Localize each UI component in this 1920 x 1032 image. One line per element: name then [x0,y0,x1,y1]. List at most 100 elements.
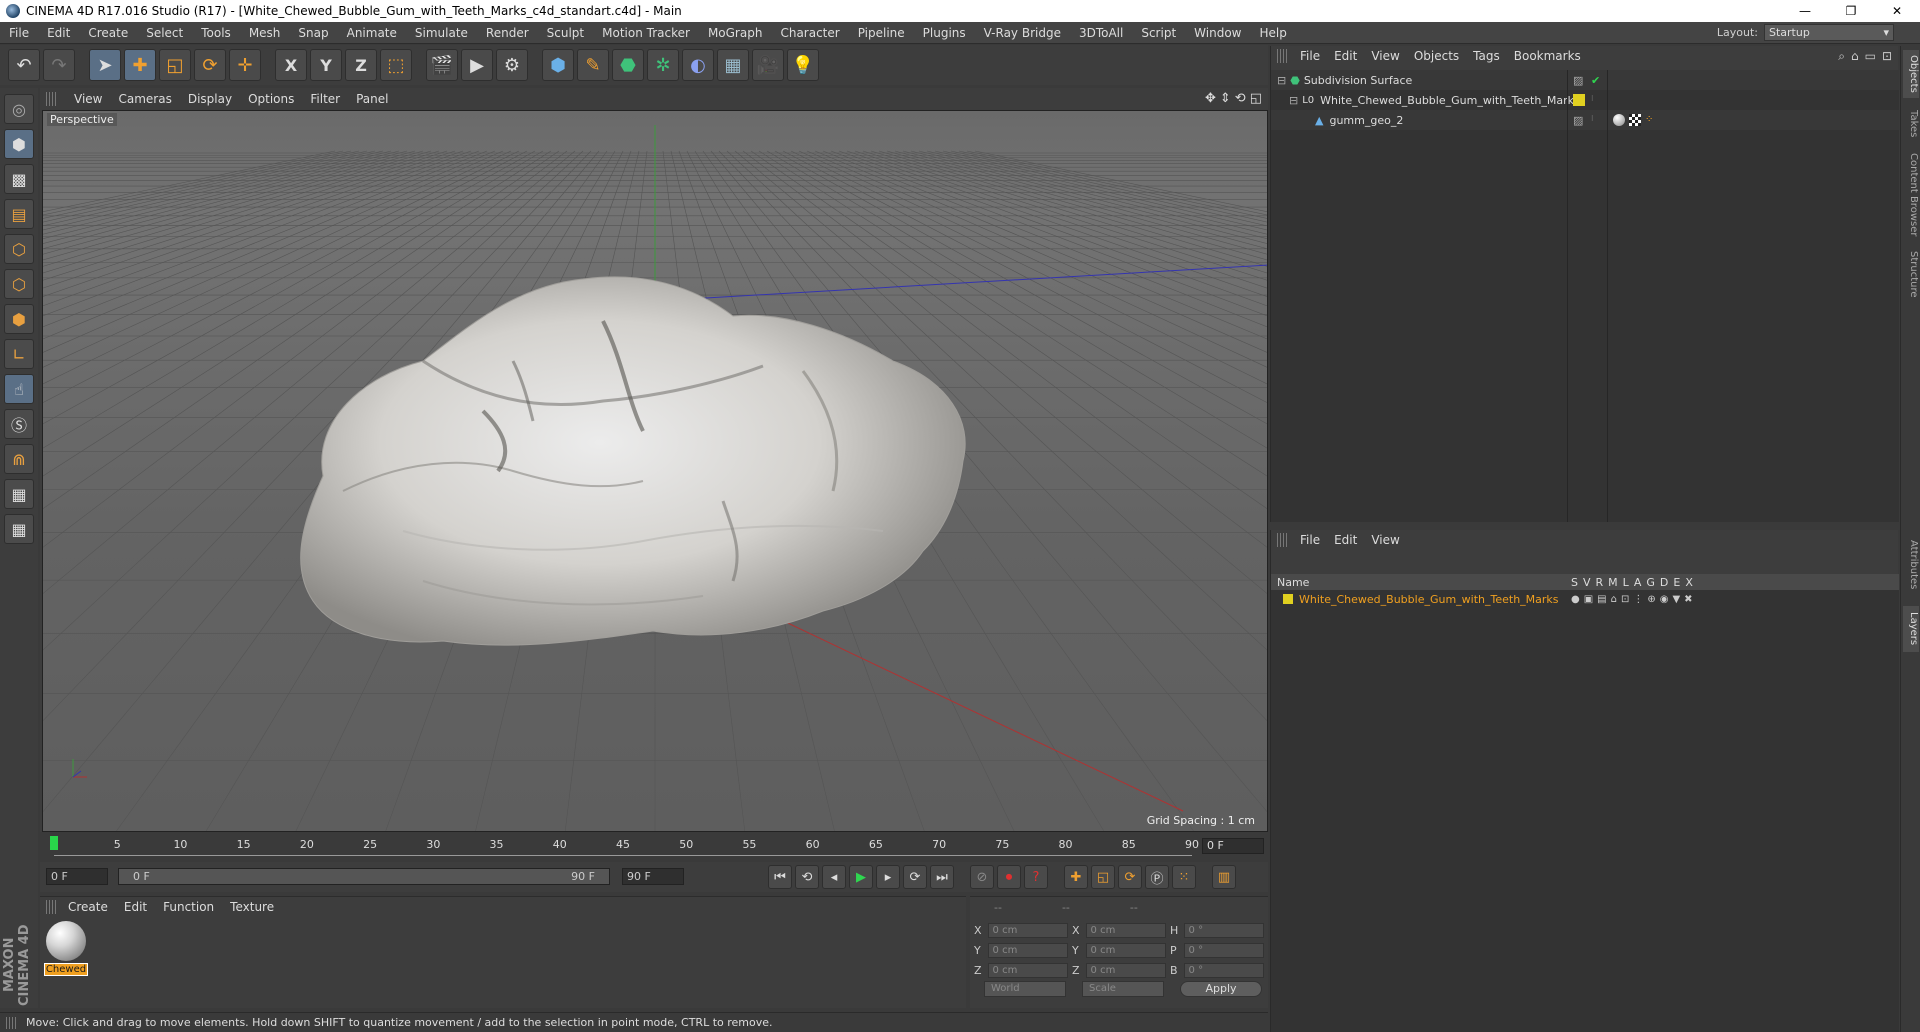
menu-render[interactable]: Render [477,22,538,44]
collapse-icon[interactable]: ⊟ [1277,74,1286,87]
menu-tools[interactable]: Tools [192,22,240,44]
menu-file[interactable]: File [0,22,38,44]
panel-grip-icon[interactable] [46,900,56,914]
menu-help[interactable]: Help [1250,22,1295,44]
goto-end-icon[interactable]: ⏭ [930,865,954,889]
select-arrow-icon[interactable]: ➤ [89,49,121,81]
panel-grip-icon[interactable] [1277,49,1287,63]
om-menu-view[interactable]: View [1364,49,1406,63]
menu-mograph[interactable]: MoGraph [699,22,772,44]
visibility-dots-icon[interactable]: ⁝ [1591,94,1603,106]
undo-icon[interactable]: ↶ [8,49,40,81]
previous-frame-icon[interactable]: ◂ [822,865,846,889]
toggle-view-icon[interactable]: ◱ [1250,91,1262,106]
rotation-b-field[interactable]: 0 ° [1183,962,1264,978]
axis-z-icon[interactable]: Z [345,49,377,81]
chewed-gum-model[interactable] [300,276,966,646]
menu-pipeline[interactable]: Pipeline [849,22,914,44]
lock-icon[interactable]: ⊡ [1882,49,1892,64]
texture-mode-icon[interactable]: ▩ [4,164,34,194]
object-row-gum-null[interactable]: ⊟ L0 White_Chewed_Bubble_Gum_with_Teeth_… [1271,90,1899,110]
workplane-mode-icon[interactable]: ▤ [4,199,34,229]
render-settings-icon[interactable]: ⚙ [496,49,528,81]
menu-window[interactable]: Window [1185,22,1250,44]
menu-simulate[interactable]: Simulate [406,22,477,44]
material-menu-edit[interactable]: Edit [116,900,155,914]
visibility-dots-icon[interactable]: ⁝ [1591,114,1603,126]
key-rotation-icon[interactable]: ⟳ [1118,865,1142,889]
tweak-mode-icon[interactable]: ☝ [4,374,34,404]
size-y-field[interactable]: 0 cm [1085,942,1166,958]
layer-row[interactable]: White_Chewed_Bubble_Gum_with_Teeth_Marks… [1271,590,1899,608]
menu-sculpt[interactable]: Sculpt [538,22,593,44]
key-param-icon[interactable]: Ⓟ [1145,865,1169,889]
menu-vray-bridge[interactable]: V-Ray Bridge [975,22,1070,44]
light-icon[interactable]: 💡 [787,49,819,81]
viewport-menu-filter[interactable]: Filter [302,92,348,106]
tab-content-browser[interactable]: Content Browser [1903,150,1919,240]
subdivision-icon[interactable]: ⬣ [612,49,644,81]
coord-space-dropdown[interactable]: World [984,981,1066,997]
size-x-field[interactable]: 0 cm [1085,922,1166,938]
menu-plugins[interactable]: Plugins [914,22,975,44]
col-xref[interactable]: X [1685,576,1693,589]
rotation-p-field[interactable]: 0 ° [1183,942,1264,958]
cube-icon[interactable]: ⬢ [542,49,574,81]
array-icon[interactable]: ✲ [647,49,679,81]
om-menu-file[interactable]: File [1293,49,1327,63]
coord-mode-dropdown[interactable]: Scale [1082,981,1164,997]
record-icon[interactable]: ⏺ [997,865,1021,889]
key-scale-icon[interactable]: ◱ [1091,865,1115,889]
menu-character[interactable]: Character [771,22,848,44]
play-icon[interactable]: ▶ [849,865,873,889]
axis-x-icon[interactable]: X [275,49,307,81]
search-icon[interactable]: ⌕ [1838,49,1845,64]
menu-select[interactable]: Select [137,22,192,44]
position-z-field[interactable]: 0 cm [987,962,1068,978]
rotate-icon[interactable]: ⟳ [194,49,226,81]
col-expressions[interactable]: E [1673,576,1680,589]
menu-motion-tracker[interactable]: Motion Tracker [593,22,699,44]
move-icon[interactable]: ✚ [124,49,156,81]
om-menu-bookmarks[interactable]: Bookmarks [1507,49,1588,63]
key-position-icon[interactable]: ✚ [1064,865,1088,889]
viewport-menu-options[interactable]: Options [240,92,302,106]
layer-toggle-icon[interactable]: ▨ [1573,114,1585,127]
rotate-view-icon[interactable]: ⟲ [1235,91,1246,106]
layer-toggle-icon[interactable]: ▨ [1573,74,1585,87]
perspective-viewport[interactable]: Perspective Grid Spacing : 1 cm [42,110,1268,832]
material-menu-create[interactable]: Create [60,900,116,914]
model-mode-icon[interactable]: ⬢ [4,129,34,159]
coordinate-system-icon[interactable]: ⬚ [380,49,412,81]
viewport-menu-display[interactable]: Display [180,92,240,106]
menu-snap[interactable]: Snap [289,22,337,44]
material-menu-texture[interactable]: Texture [222,900,282,914]
frame-range-slider[interactable]: 0 F 90 F [118,868,610,885]
playhead-marker[interactable] [50,836,58,850]
start-frame-field[interactable]: 0 F [46,868,108,885]
layer-menu-edit[interactable]: Edit [1327,533,1364,547]
material-tag-icon[interactable] [1613,114,1625,126]
floor-icon[interactable]: ▦ [717,49,749,81]
col-locked[interactable]: L [1623,576,1629,589]
viewport-menu-view[interactable]: View [66,92,110,106]
axis-mode-icon[interactable]: ∟ [4,339,34,369]
phong-tag-icon[interactable]: ⁘ [1645,114,1657,126]
viewport-camera-label[interactable]: Perspective [47,113,117,126]
tab-objects[interactable]: Objects [1903,50,1919,98]
enabled-check-icon[interactable]: ✔ [1591,74,1603,87]
texture-tag-icon[interactable] [1629,114,1641,126]
close-button[interactable]: ✕ [1874,0,1920,22]
minimize-button[interactable]: — [1782,0,1828,22]
live-transform-icon[interactable]: ✛ [229,49,261,81]
col-generators[interactable]: G [1646,576,1655,589]
keyframe-selection-icon[interactable]: ⊘ [970,865,994,889]
timeline-ruler[interactable]: 051015202530354045505560657075808590 0 F [40,836,1268,856]
camera-icon[interactable]: 🎥 [752,49,784,81]
end-frame-field[interactable]: 90 F [622,868,684,885]
pen-spline-icon[interactable]: ✎ [577,49,609,81]
col-view[interactable]: V [1583,576,1591,589]
redo-icon[interactable]: ↷ [43,49,75,81]
col-solo[interactable]: S [1571,576,1578,589]
layer-color-icon[interactable] [1573,94,1585,106]
